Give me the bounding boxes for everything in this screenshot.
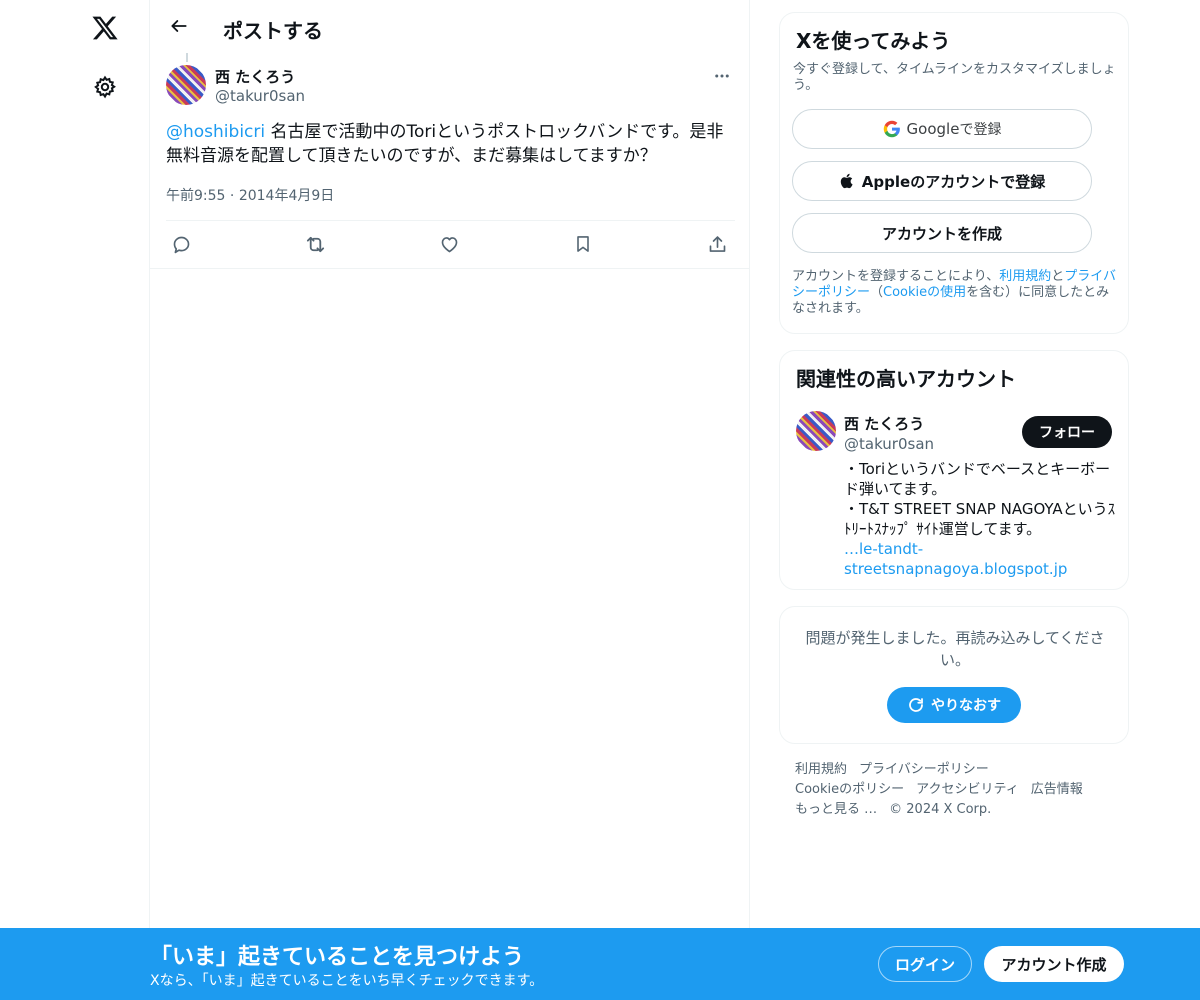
banner-title: 「いま」起きていることを見つけよう	[150, 945, 525, 970]
x-logo-icon[interactable]	[85, 8, 125, 48]
heart-icon[interactable]	[437, 232, 461, 256]
related-account-handle[interactable]: @takur0san	[844, 435, 934, 453]
signup-subtitle: 今すぐ登録して、タイムラインをカスタマイズしましょう。	[793, 62, 1116, 93]
page-title: ポストする	[223, 19, 323, 43]
legal-text: （	[870, 285, 884, 300]
follow-button[interactable]: フォロー	[1022, 416, 1112, 448]
refresh-icon	[907, 696, 925, 714]
post-actions	[166, 224, 735, 264]
bio-line: ・T&T STREET SNAP NAGOYAというｽﾄﾘｰﾄｽﾅｯﾌﾟ ｻｲﾄ…	[844, 500, 1116, 538]
signup-legal-text: アカウントを登録することにより、利用規約とプライバシーポリシー（Cookieの使…	[792, 269, 1122, 317]
google-signup-button[interactable]: Google で登録	[792, 109, 1092, 149]
main-column: ポストする 西 たくろう @takur0san @hoshibicri 名古屋で…	[149, 0, 750, 1000]
create-account-label: アカウントを作成	[881, 224, 1002, 243]
related-title: 関連性の高いアカウント	[796, 367, 1016, 391]
bio-link[interactable]: …le-tandt-streetsnapnagoya.blogspot.jp	[844, 539, 1119, 579]
login-button[interactable]: ログイン	[878, 946, 972, 982]
gear-icon[interactable]	[85, 67, 125, 107]
sidebar-footer: 利用規約 プライバシーポリシー Cookieのポリシー アクセシビリティ 広告情報 も…	[795, 760, 1115, 820]
post-timestamp[interactable]: 午前9:55 · 2014年4月9日	[166, 185, 334, 205]
bookmark-icon[interactable]	[571, 232, 595, 256]
retry-label: やりなおす	[931, 698, 1001, 714]
banner-subtitle: Xなら、「いま」起きていることをいち早くチェックできます。	[150, 973, 544, 989]
error-card: 問題が発生しました。再読み込みしてください。 やりなおす	[779, 606, 1129, 744]
post-date: 2014年4月9日	[238, 188, 335, 204]
share-icon[interactable]	[705, 232, 729, 256]
reply-icon[interactable]	[169, 232, 193, 256]
create-account-button[interactable]: アカウントを作成	[792, 213, 1092, 253]
post-date-separator: ·	[225, 188, 239, 204]
divider	[150, 268, 750, 269]
footer-terms-link[interactable]: 利用規約	[795, 762, 847, 777]
google-signup-word: Google	[906, 120, 960, 138]
author-name[interactable]: 西 たくろう	[215, 66, 295, 87]
google-signup-label: で登録	[959, 122, 1002, 138]
post-time: 午前9:55	[166, 188, 226, 204]
legal-text: と	[1051, 269, 1065, 284]
footer-ads-link[interactable]: 広告情報	[1031, 782, 1083, 797]
error-message: 問題が発生しました。再読み込みしてください。	[805, 629, 1105, 669]
cookie-link[interactable]: Cookieの使用	[883, 285, 966, 300]
related-account-name[interactable]: 西 たくろう	[844, 413, 924, 434]
footer-copyright: © 2024 X Corp.	[889, 802, 992, 817]
retry-button[interactable]: やりなおす	[887, 687, 1021, 723]
google-icon	[883, 120, 901, 138]
related-account-bio: ・Toriというバンドでベースとキーボード弾いてます。 ・T&T STREET …	[844, 459, 1119, 579]
footer-cookie-link[interactable]: Cookieのポリシー	[795, 782, 904, 797]
bio-line: ・Toriというバンドでベースとキーボード弾いてます。	[844, 460, 1111, 498]
mention-link[interactable]: @hoshibicri	[166, 122, 265, 142]
divider	[166, 220, 735, 221]
left-nav	[60, 0, 150, 1000]
avatar[interactable]	[796, 411, 836, 451]
related-accounts-card: 関連性の高いアカウント 西 たくろう @takur0san フォロー ・Tori…	[779, 350, 1129, 590]
apple-signup-button[interactable]: Appleのアカウントで登録	[792, 161, 1092, 201]
apple-signup-label: Appleのアカウントで登録	[861, 172, 1046, 191]
signup-title: Xを使ってみよう	[796, 29, 951, 53]
repost-icon[interactable]	[303, 232, 327, 256]
legal-text: アカウントを登録することにより、	[792, 269, 1000, 284]
bottom-signup-banner: 「いま」起きていることを見つけよう Xなら、「いま」起きていることをいち早くチェ…	[0, 928, 1200, 1000]
footer-accessibility-link[interactable]: アクセシビリティ	[916, 782, 1019, 797]
banner-signup-button[interactable]: アカウント作成	[984, 946, 1124, 982]
post-text: @hoshibicri 名古屋で活動中のToriというポストロックバンドです。是…	[166, 120, 736, 168]
footer-more-link[interactable]: もっと見る …	[795, 802, 877, 817]
avatar[interactable]	[166, 65, 206, 105]
thread-line	[186, 53, 188, 62]
more-horizontal-icon[interactable]	[710, 64, 734, 88]
terms-link[interactable]: 利用規約	[999, 269, 1051, 284]
arrow-left-icon[interactable]	[162, 9, 196, 43]
author-handle[interactable]: @takur0san	[215, 87, 305, 105]
apple-icon	[839, 172, 856, 190]
main-header: ポストする	[150, 0, 750, 53]
footer-privacy-link[interactable]: プライバシーポリシー	[859, 762, 989, 777]
signup-card: Xを使ってみよう 今すぐ登録して、タイムラインをカスタマイズしましょう。 Goo…	[779, 12, 1129, 334]
